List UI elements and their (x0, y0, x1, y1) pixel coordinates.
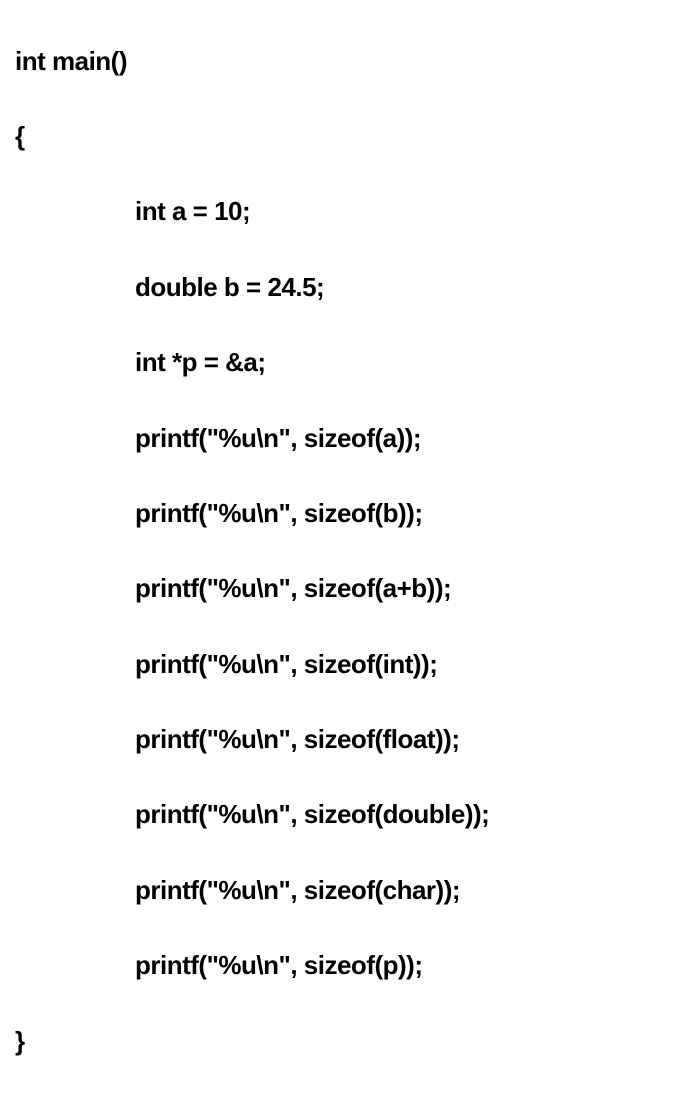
code-line: printf("%u\n", sizeof(float)); (15, 721, 660, 759)
code-line: int a = 10; (15, 193, 660, 231)
code-line: int *p = &a; (15, 344, 660, 382)
code-line: double b = 24.5; (15, 269, 660, 307)
code-line: printf("%u\n", sizeof(double)); (15, 796, 660, 834)
code-line: printf("%u\n", sizeof(a)); (15, 420, 660, 458)
code-line: printf("%u\n", sizeof(b)); (15, 495, 660, 533)
code-line: printf("%u\n", sizeof(a+b)); (15, 570, 660, 608)
code-line: { (15, 118, 660, 156)
code-line: printf("%u\n", sizeof(char)); (15, 872, 660, 910)
code-snippet: int main() { int a = 10; double b = 24.5… (15, 5, 660, 1098)
code-line: printf("%u\n", sizeof(int)); (15, 646, 660, 684)
code-line: printf("%u\n", sizeof(p)); (15, 947, 660, 985)
code-line: int main() (15, 43, 660, 81)
code-line: } (15, 1023, 660, 1061)
